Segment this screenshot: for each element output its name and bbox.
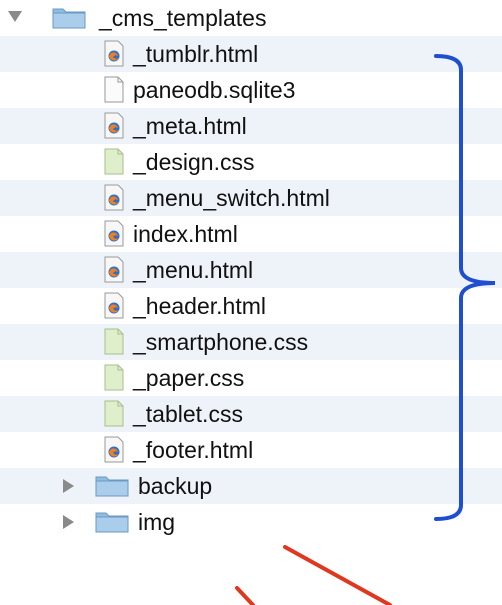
file-name: _meta.html xyxy=(133,113,247,139)
folder-icon xyxy=(95,512,129,533)
file-tree: _cms_templates _tumblr.html paneodb.sqli… xyxy=(0,0,502,540)
file-name: index.html xyxy=(133,221,238,247)
file-name: _menu.html xyxy=(133,257,254,283)
tree-row-file[interactable]: _menu.html xyxy=(0,252,502,288)
tree-row-file[interactable]: _tablet.css xyxy=(0,396,502,432)
tree-row-file[interactable]: _paper.css xyxy=(0,360,502,396)
file-name: _smartphone.css xyxy=(133,329,309,355)
firefox-html-icon xyxy=(104,436,124,463)
tree-row-file[interactable]: paneodb.sqlite3 xyxy=(0,72,502,108)
folder-name: img xyxy=(138,509,176,535)
folder-name: backup xyxy=(138,473,213,499)
red-arrow-line-backup xyxy=(283,545,392,605)
disclosure-triangle-open-icon[interactable] xyxy=(8,11,22,22)
tree-row-file[interactable]: _tumblr.html xyxy=(0,36,502,72)
firefox-html-icon xyxy=(104,256,124,283)
firefox-html-icon xyxy=(104,112,124,139)
tree-row-file[interactable]: index.html xyxy=(0,216,502,252)
tree-row-file[interactable]: _smartphone.css xyxy=(0,324,502,360)
blank-document-icon xyxy=(104,76,124,103)
firefox-html-icon xyxy=(104,220,124,247)
tree-row-file[interactable]: _menu_switch.html xyxy=(0,180,502,216)
css-document-icon xyxy=(104,148,124,175)
tree-row-folder-img[interactable]: img xyxy=(0,504,502,540)
tree-row-file[interactable]: _header.html xyxy=(0,288,502,324)
disclosure-triangle-closed-icon[interactable] xyxy=(63,515,74,529)
disclosure-triangle-closed-icon[interactable] xyxy=(63,479,74,493)
firefox-html-icon xyxy=(104,184,124,211)
file-name: _tumblr.html xyxy=(133,41,259,67)
file-name: paneodb.sqlite3 xyxy=(133,77,296,103)
firefox-html-icon xyxy=(104,292,124,319)
file-name: _design.css xyxy=(133,149,255,175)
css-document-icon xyxy=(104,364,124,391)
file-name: _header.html xyxy=(133,293,266,319)
tree-row-root-folder[interactable]: _cms_templates xyxy=(0,0,502,36)
css-document-icon xyxy=(104,328,124,355)
firefox-html-icon xyxy=(104,40,124,67)
tree-row-folder-backup[interactable]: backup xyxy=(0,468,502,504)
folder-icon xyxy=(52,8,86,29)
file-name: _menu_switch.html xyxy=(133,185,330,211)
tree-row-file[interactable]: _meta.html xyxy=(0,108,502,144)
tree-row-file[interactable]: _footer.html xyxy=(0,432,502,468)
tree-row-file[interactable]: _design.css xyxy=(0,144,502,180)
css-document-icon xyxy=(104,400,124,427)
folder-icon xyxy=(95,476,129,497)
red-arrow-line-img xyxy=(235,586,255,605)
file-name: _footer.html xyxy=(133,437,254,463)
file-name: _tablet.css xyxy=(133,401,243,427)
folder-name: _cms_templates xyxy=(99,5,267,31)
file-name: _paper.css xyxy=(133,365,245,391)
